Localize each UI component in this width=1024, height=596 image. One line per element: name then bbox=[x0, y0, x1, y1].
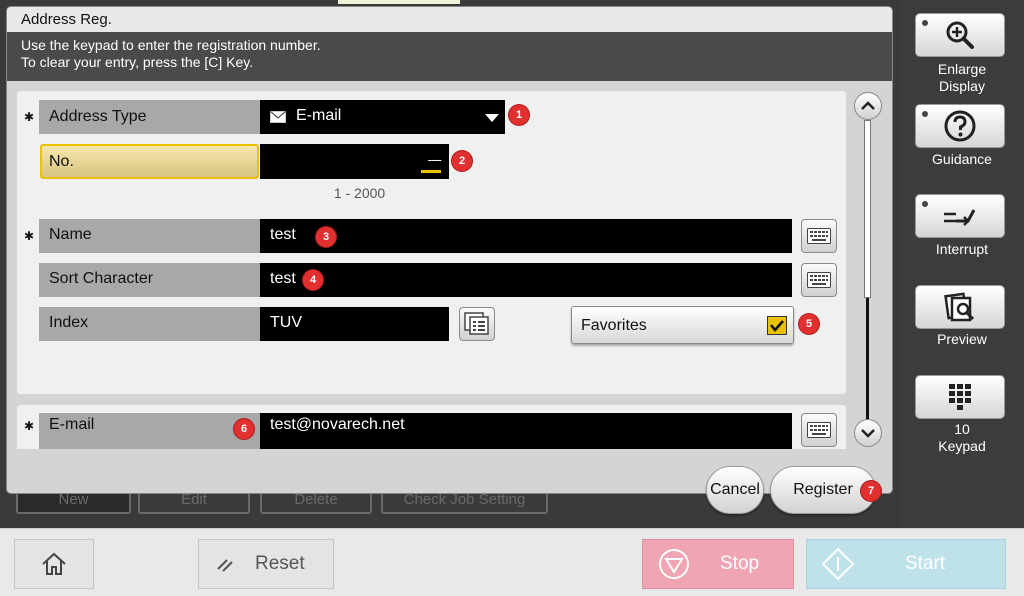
bottom-control-bar: Reset Stop Start bbox=[0, 528, 1024, 596]
stop-button[interactable]: Stop bbox=[642, 539, 794, 589]
chevron-up-icon bbox=[861, 101, 875, 110]
scrollbar-thumb[interactable] bbox=[864, 120, 871, 298]
index-field: TUV bbox=[260, 307, 449, 341]
name-label: Name bbox=[39, 219, 260, 253]
callout-badge-2: 2 bbox=[452, 151, 472, 171]
dialog-title: Address Reg. bbox=[7, 7, 892, 32]
text-cursor bbox=[421, 170, 441, 173]
scroll-down-button[interactable] bbox=[854, 419, 882, 447]
keyboard-icon bbox=[807, 422, 831, 438]
enlarge-display-button[interactable] bbox=[915, 13, 1005, 57]
keypad-icon bbox=[949, 384, 971, 410]
zoom-in-icon bbox=[946, 21, 974, 49]
required-mark: ✱ bbox=[24, 110, 35, 124]
guidance-label: Guidance bbox=[932, 151, 992, 167]
keypad-button[interactable] bbox=[915, 375, 1005, 419]
keypad-label-line1: 10 bbox=[954, 421, 970, 437]
interrupt-label: Interrupt bbox=[935, 241, 989, 257]
email-value: test@novarech.net bbox=[270, 416, 405, 433]
indicator-light bbox=[922, 111, 928, 117]
required-mark: ✱ bbox=[24, 419, 35, 433]
chevron-down-icon bbox=[861, 429, 875, 438]
number-range-hint: 1 - 2000 bbox=[333, 185, 386, 201]
index-label: Index bbox=[39, 307, 260, 341]
background-tab-hint bbox=[338, 0, 460, 4]
guidance-button[interactable] bbox=[915, 104, 1005, 148]
callout-badge-6: 6 bbox=[234, 419, 254, 439]
checkmark-icon bbox=[770, 319, 784, 332]
index-select-button[interactable] bbox=[459, 307, 495, 341]
sort-character-field[interactable]: test bbox=[260, 263, 792, 297]
indicator-light bbox=[922, 20, 928, 26]
index-list-icon bbox=[464, 312, 489, 335]
preview-label: Preview bbox=[937, 331, 987, 347]
keyboard-icon bbox=[807, 228, 831, 244]
number-field[interactable]: ---- bbox=[260, 144, 449, 179]
favorites-toggle[interactable]: Favorites bbox=[571, 306, 794, 344]
enlarge-label-line2: Display bbox=[939, 78, 985, 94]
start-button[interactable]: Start bbox=[806, 539, 1006, 589]
dropdown-arrow-icon bbox=[485, 114, 499, 122]
instruction-line-2: To clear your entry, press the [C] Key. bbox=[21, 54, 254, 70]
favorites-label: Favorites bbox=[581, 317, 647, 334]
stop-icon bbox=[659, 549, 689, 579]
name-field[interactable]: test bbox=[260, 219, 792, 253]
preview-button[interactable] bbox=[915, 285, 1005, 329]
favorites-checkbox[interactable] bbox=[767, 316, 787, 335]
home-button[interactable] bbox=[14, 539, 94, 589]
instruction-line-1: Use the keypad to enter the registration… bbox=[21, 37, 321, 53]
email-field[interactable]: test@novarech.net bbox=[260, 413, 792, 449]
side-panel: Enlarge Display Guidance Interrupt Previ… bbox=[900, 0, 1024, 528]
interrupt-button[interactable] bbox=[915, 194, 1005, 238]
keypad-label-line2: Keypad bbox=[938, 438, 986, 454]
address-type-select[interactable]: E-mail bbox=[260, 100, 505, 134]
enlarge-label-line1: Enlarge bbox=[937, 61, 987, 77]
interrupt-icon bbox=[944, 209, 976, 226]
callout-badge-5: 5 bbox=[799, 314, 819, 334]
callout-badge-1: 1 bbox=[509, 105, 529, 125]
start-label: Start bbox=[905, 553, 946, 574]
reset-icon bbox=[217, 559, 233, 572]
scroll-up-button[interactable] bbox=[854, 92, 882, 120]
reset-label: Reset bbox=[255, 553, 305, 574]
start-icon bbox=[821, 547, 855, 581]
keyboard-icon bbox=[807, 272, 831, 288]
help-icon bbox=[944, 110, 976, 142]
cancel-button[interactable]: Cancel bbox=[706, 466, 764, 514]
home-icon bbox=[42, 552, 66, 575]
required-mark: ✱ bbox=[24, 229, 35, 243]
instructions: Use the keypad to enter the registration… bbox=[7, 32, 892, 81]
stop-label: Stop bbox=[720, 553, 760, 574]
reset-button[interactable]: Reset bbox=[198, 539, 334, 589]
sort-character-keyboard-button[interactable] bbox=[801, 263, 837, 297]
address-type-label: Address Type bbox=[39, 100, 260, 134]
name-keyboard-button[interactable] bbox=[801, 219, 837, 253]
number-label[interactable]: No. bbox=[40, 144, 259, 179]
email-keyboard-button[interactable] bbox=[801, 413, 837, 447]
callout-badge-3: 3 bbox=[316, 227, 336, 247]
name-value: test bbox=[270, 226, 296, 243]
email-label: E-mail bbox=[39, 413, 260, 449]
address-type-value: E-mail bbox=[296, 107, 342, 124]
number-placeholder: ---- bbox=[427, 152, 442, 167]
index-value: TUV bbox=[270, 314, 302, 331]
sort-character-label: Sort Character bbox=[39, 263, 260, 297]
callout-badge-4: 4 bbox=[303, 270, 323, 290]
preview-icon bbox=[944, 292, 975, 322]
envelope-icon bbox=[270, 111, 286, 123]
callout-badge-7: 7 bbox=[861, 481, 881, 501]
sort-character-value: test bbox=[270, 270, 296, 287]
indicator-light bbox=[922, 201, 928, 207]
